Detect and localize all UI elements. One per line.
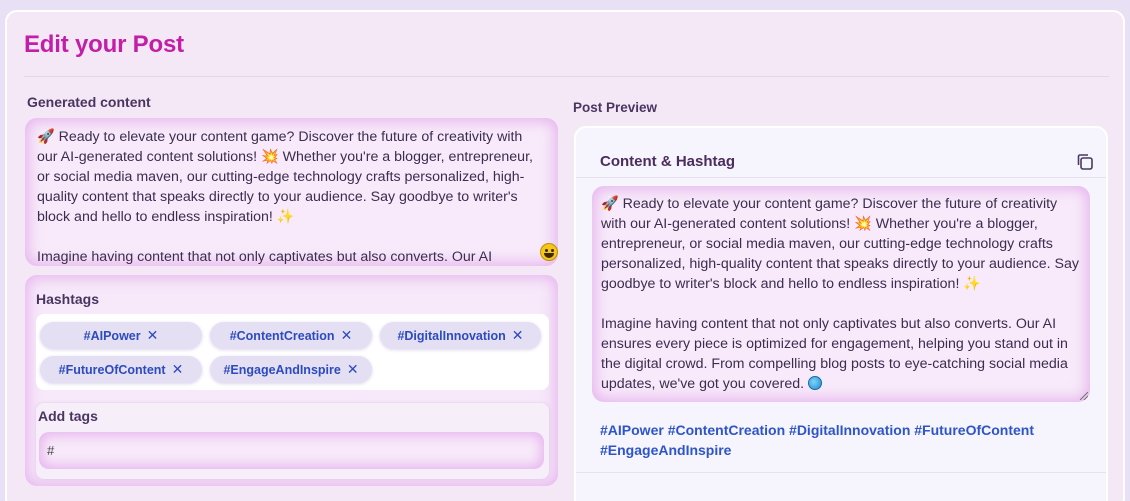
resize-grip[interactable] [1080, 392, 1088, 400]
hashtags-card: Hashtags #AIPower ✕ #ContentCreation ✕ #… [25, 275, 558, 486]
preview-content-textarea[interactable]: 🚀 Ready to elevate your content game? Di… [592, 186, 1090, 402]
generated-content-textarea[interactable]: 🚀 Ready to elevate your content game? Di… [25, 118, 558, 266]
edit-post-panel: Edit your Post Generated content 🚀 Ready… [5, 10, 1125, 501]
globe-icon [808, 376, 822, 390]
copy-icon[interactable] [1075, 152, 1095, 172]
generated-content-text: 🚀 Ready to elevate your content game? Di… [37, 129, 533, 265]
page-title: Edit your Post [24, 31, 184, 58]
hashtag-chip-label: #ContentCreation [229, 328, 335, 343]
hashtag-chip[interactable]: #EngageAndInspire ✕ [210, 356, 372, 383]
preview-footer-divider [576, 472, 1106, 473]
preview-content-text: 🚀 Ready to elevate your content game? Di… [601, 196, 1079, 392]
preview-hashtags: #AIPower #ContentCreation #DigitalInnova… [600, 422, 1035, 458]
hashtag-chip[interactable]: #DigitalInnovation ✕ [380, 322, 541, 349]
post-preview-card: Content & Hashtag 🚀 Ready to elevate you… [574, 126, 1108, 501]
remove-tag-icon[interactable]: ✕ [147, 327, 159, 344]
hashtag-chip[interactable]: #FutureOfContent ✕ [40, 356, 202, 383]
hashtag-chip-label: #DigitalInnovation [397, 328, 506, 343]
generated-content-label: Generated content [27, 94, 151, 110]
grinning-face-icon[interactable] [540, 243, 558, 261]
hashtags-label: Hashtags [36, 291, 100, 307]
hashtag-chip[interactable]: #ContentCreation ✕ [210, 322, 372, 349]
hashtag-chip-label: #FutureOfContent [58, 362, 166, 377]
post-preview-label: Post Preview [573, 100, 658, 115]
remove-tag-icon[interactable]: ✕ [347, 361, 359, 378]
header-divider [24, 76, 1109, 77]
add-tags-section: Add tags [36, 403, 549, 479]
hashtag-chip-label: #EngageAndInspire [223, 362, 341, 377]
add-tags-label: Add tags [38, 408, 98, 424]
remove-tag-icon[interactable]: ✕ [172, 361, 184, 378]
remove-tag-icon[interactable]: ✕ [512, 327, 524, 344]
preview-header: Content & Hashtag [576, 128, 1106, 178]
preview-title: Content & Hashtag [600, 153, 735, 170]
hashtag-chip-label: #AIPower [83, 328, 141, 343]
remove-tag-icon[interactable]: ✕ [341, 327, 353, 344]
hashtag-chip[interactable]: #AIPower ✕ [40, 322, 202, 349]
hashtag-chips: #AIPower ✕ #ContentCreation ✕ #DigitalIn… [36, 314, 549, 390]
add-tags-input[interactable] [39, 432, 544, 469]
